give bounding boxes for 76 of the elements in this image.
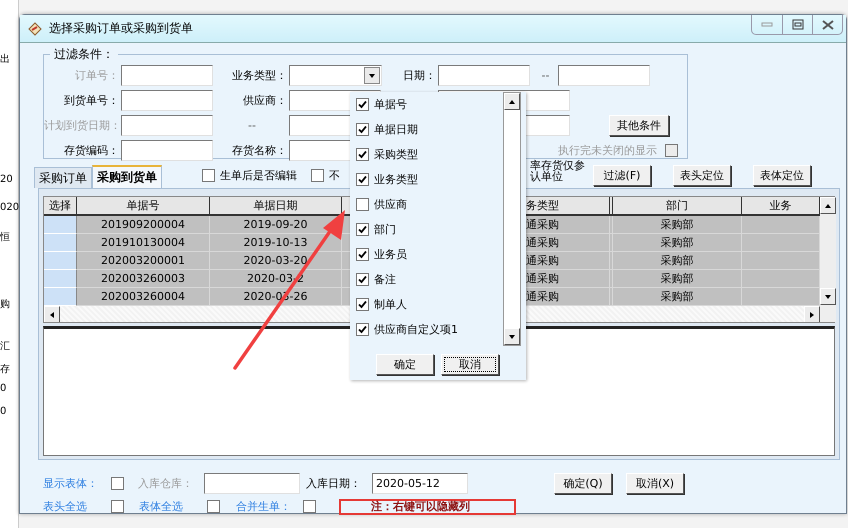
note-text: 注：右键可以隐藏列 bbox=[339, 498, 516, 514]
field-label: 入库日期： bbox=[306, 476, 362, 491]
menu-item-label[interactable]: 业务类型 bbox=[374, 172, 418, 187]
field-label: 订单号： bbox=[74, 68, 120, 83]
range-separator: -- bbox=[247, 119, 257, 132]
background-text: 购 bbox=[0, 298, 10, 312]
toolbar-button[interactable]: 表头定位 bbox=[673, 165, 731, 186]
table-cell: 202003260003 bbox=[77, 270, 210, 288]
tab[interactable]: 采购到货单 bbox=[92, 165, 162, 188]
menu-item-label[interactable]: 备注 bbox=[374, 272, 396, 287]
table-cell: 通采购 bbox=[526, 216, 610, 234]
field-label: 入库仓库： bbox=[138, 476, 194, 491]
menu-item-label[interactable]: 采购类型 bbox=[374, 147, 418, 162]
table-cell: 采购部 bbox=[613, 270, 742, 288]
dialog-button[interactable]: 取消(X) bbox=[626, 473, 684, 494]
column-header[interactable]: 选择 bbox=[44, 197, 77, 216]
option-link[interactable]: 表头全选 bbox=[43, 499, 87, 514]
table-cell: 通采购 bbox=[526, 270, 610, 288]
column-header[interactable]: 业务 bbox=[742, 197, 820, 216]
column-header[interactable]: 单据日期 bbox=[210, 197, 342, 216]
background-text: 020 bbox=[0, 201, 20, 215]
field-label: 计划到货日期： bbox=[44, 118, 121, 133]
field-label: 存货名称： bbox=[231, 143, 288, 158]
field-label: 日期： bbox=[402, 68, 437, 83]
dialog-button[interactable]: 确定(Q) bbox=[554, 473, 612, 494]
table-cell: 通采购 bbox=[526, 234, 610, 252]
group-title: 过滤条件： bbox=[53, 46, 115, 63]
background-text: 0 bbox=[0, 405, 6, 419]
menu-item-label[interactable]: 单据号 bbox=[374, 97, 407, 112]
menu-item-label[interactable]: 单据日期 bbox=[374, 122, 418, 137]
option-link[interactable]: 合并生单： bbox=[236, 499, 291, 514]
option-label: 不 bbox=[329, 168, 340, 183]
table-cell: 采购部 bbox=[613, 234, 742, 252]
column-header[interactable]: 部门 bbox=[613, 197, 742, 216]
menu-item-label[interactable]: 供应商自定义项1 bbox=[374, 322, 458, 337]
background-text: 出 bbox=[0, 52, 10, 67]
column-header[interactable]: 单据号 bbox=[77, 197, 210, 216]
range-separator: -- bbox=[540, 69, 550, 82]
menu-item-label[interactable]: 部门 bbox=[374, 222, 396, 237]
toolbar-button[interactable]: 表体定位 bbox=[753, 165, 811, 186]
menu-button[interactable]: 取消 bbox=[441, 354, 499, 375]
background-text: 汇 bbox=[0, 340, 10, 354]
menu-button[interactable]: 确定 bbox=[376, 354, 434, 375]
table-cell: 采购部 bbox=[613, 252, 742, 270]
background-text: 恒 bbox=[0, 230, 10, 245]
table-cell: 2020-03-20 bbox=[210, 252, 342, 270]
option-label: 生单后是否编辑 bbox=[220, 168, 297, 183]
table-cell: 201909200004 bbox=[77, 216, 210, 234]
toolbar-button[interactable]: 过滤(F) bbox=[593, 165, 651, 186]
table-cell: 通采购 bbox=[526, 252, 610, 270]
background-text: 20 bbox=[0, 173, 13, 187]
menu-item-label[interactable]: 业务员 bbox=[374, 247, 407, 262]
input-field[interactable]: 2020-05-12 bbox=[372, 473, 468, 494]
table-cell: 2019-10-13 bbox=[210, 234, 342, 252]
option-label: 率存货仅参 认单位 bbox=[530, 160, 585, 182]
background-text: 存 bbox=[0, 363, 10, 377]
field-label: 到货单号： bbox=[63, 93, 120, 108]
tab[interactable]: 采购订单 bbox=[34, 167, 92, 188]
field-label: 业务类型： bbox=[231, 68, 288, 83]
table-cell: 采购部 bbox=[613, 288, 742, 306]
column-header[interactable]: 务类型 bbox=[526, 197, 610, 216]
option-label: 执行完未关闭的显示 bbox=[558, 143, 658, 158]
table-cell: 201910130004 bbox=[77, 234, 210, 252]
other-conditions-button[interactable]: 其他条件 bbox=[609, 115, 669, 136]
table-cell: 通采购 bbox=[526, 288, 610, 306]
option-link[interactable]: 显示表体： bbox=[43, 476, 98, 491]
background-text: 0 bbox=[0, 382, 6, 396]
menu-item-label[interactable]: 制单人 bbox=[374, 297, 407, 312]
table-cell: 采购部 bbox=[613, 216, 742, 234]
table-cell: 202003260004 bbox=[77, 288, 210, 306]
window-title: 选择采购订单或采购到货单 bbox=[49, 20, 193, 37]
table-cell: 202003200001 bbox=[77, 252, 210, 270]
option-link[interactable]: 表体全选 bbox=[139, 499, 183, 514]
field-label: 供应商： bbox=[242, 93, 288, 108]
field-label: 存货编码： bbox=[63, 143, 120, 158]
menu-item-label[interactable]: 供应商 bbox=[374, 197, 407, 212]
